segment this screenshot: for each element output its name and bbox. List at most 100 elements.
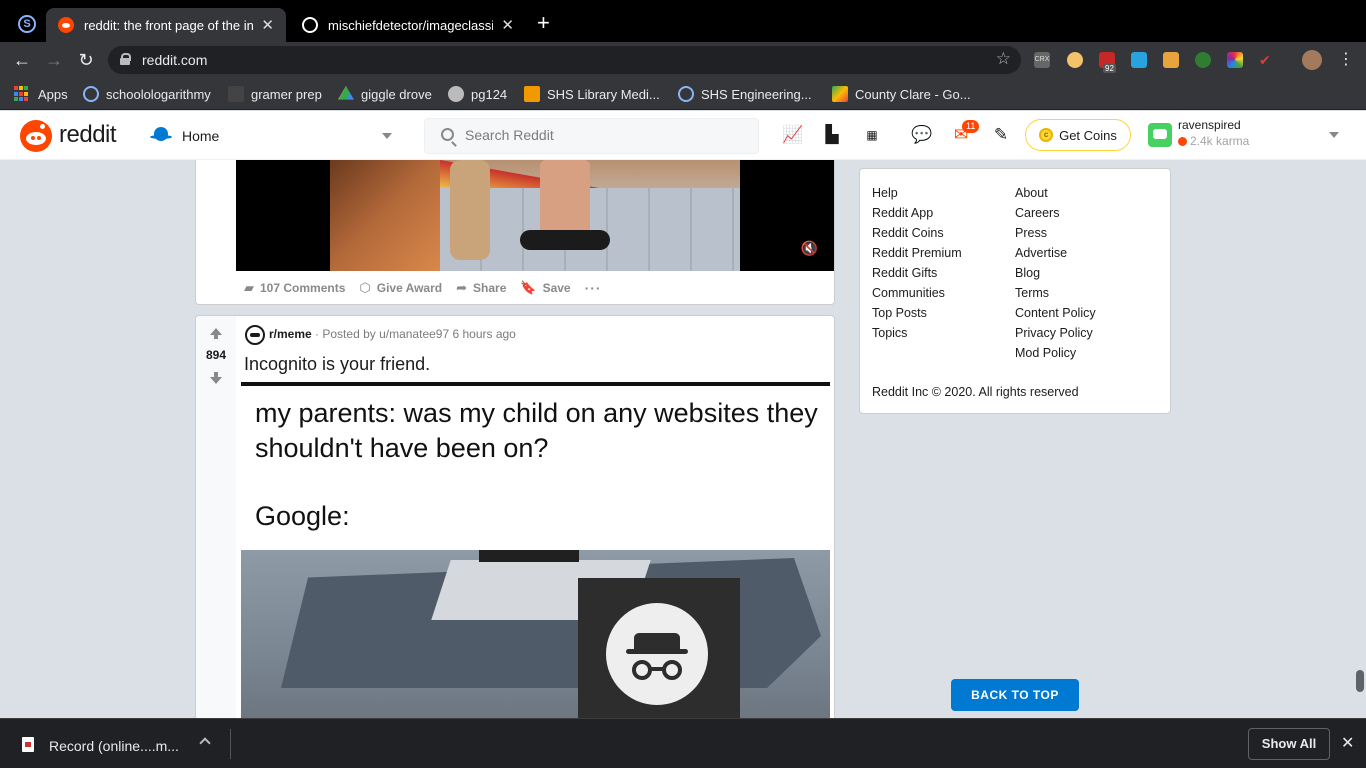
give-award-button[interactable]: ⬡ Give Award	[359, 280, 442, 296]
footer-link-topics[interactable]: Topics	[872, 323, 962, 343]
close-icon[interactable]: ✕	[1341, 733, 1354, 753]
bookmark-icon: 🔖	[520, 280, 537, 295]
scrollbar-thumb[interactable]	[1356, 670, 1364, 692]
globe-icon	[448, 86, 464, 102]
bookmark-label: pg124	[471, 86, 508, 102]
bookmark-star-icon[interactable]: ☆	[996, 49, 1011, 69]
subreddit-link[interactable]: r/meme	[269, 327, 312, 341]
upvote-arrow-icon[interactable]	[210, 328, 222, 339]
footer-link-mod-policy[interactable]: Mod Policy	[1015, 343, 1096, 363]
back-arrow-icon[interactable]: ←	[10, 48, 34, 72]
bookmark-label: schoolologarithmy	[106, 86, 211, 102]
check-extension-icon[interactable]: ✔	[1259, 52, 1275, 68]
avatar	[1148, 123, 1172, 147]
footer-link-terms[interactable]: Terms	[1015, 283, 1096, 303]
bookmark-engineering[interactable]: SHS Engineering...	[678, 85, 812, 103]
footer-links-right: About Careers Press Advertise Blog Terms…	[1015, 183, 1096, 363]
grammar-icon	[228, 86, 244, 102]
bookmark-schoology[interactable]: schoolologarithmy	[83, 85, 211, 103]
footer-links-left: Help Reddit App Reddit Coins Reddit Prem…	[872, 183, 962, 343]
post-title[interactable]: Incognito is your friend.	[244, 354, 430, 375]
muted-speaker-icon[interactable]: 🔇	[801, 240, 818, 257]
extension-icon[interactable]	[1195, 52, 1211, 68]
footer-link-reddit-gifts[interactable]: Reddit Gifts	[872, 263, 962, 283]
extension-icon[interactable]	[1163, 52, 1179, 68]
feed-label: Home	[182, 128, 220, 144]
url-text[interactable]: reddit.com	[142, 52, 207, 68]
username: ravenspired	[1178, 118, 1241, 132]
tab-github[interactable]: mischiefdetector/imageclassifi ✕	[290, 8, 526, 42]
qr-code-icon[interactable]: ▦	[862, 125, 882, 145]
home-icon	[150, 125, 172, 147]
bookmark-county-clare[interactable]: County Clare - Go...	[832, 85, 971, 103]
posted-by: · Posted by u/manatee97 6 hours ago	[315, 327, 516, 341]
owl-extension-icon[interactable]	[1067, 52, 1083, 68]
subreddit-icon[interactable]	[245, 325, 265, 345]
footer-link-about[interactable]: About	[1015, 183, 1096, 203]
apps-grid-icon	[14, 86, 30, 102]
more-options-button[interactable]: ···	[585, 280, 602, 296]
footer-link-advertise[interactable]: Advertise	[1015, 243, 1096, 263]
bookmark-drive[interactable]: giggle drove	[338, 85, 432, 103]
bookmarks-bar: Apps schoolologarithmy gramer prep giggl…	[0, 78, 1366, 110]
post-card: 🔇 ▰ 107 Comments ⬡ Give Award ➦ Share 🔖 …	[195, 160, 835, 305]
meme-caption: my parents: was my child on any websites…	[255, 398, 818, 463]
footer-link-communities[interactable]: Communities	[872, 283, 962, 303]
menu-dots-icon[interactable]: ⋮	[1334, 48, 1358, 72]
footer-link-press[interactable]: Press	[1015, 223, 1096, 243]
video-player[interactable]: 🔇	[236, 160, 834, 271]
chat-icon[interactable]: 💬	[911, 125, 932, 145]
create-post-icon[interactable]: ✎	[991, 125, 1011, 145]
tab-close-icon[interactable]: ✕	[261, 16, 274, 34]
reload-icon[interactable]: ↻	[74, 48, 98, 72]
reddit-logo-icon[interactable]	[20, 120, 52, 152]
footer-link-careers[interactable]: Careers	[1015, 203, 1096, 223]
tab-close-icon[interactable]: ✕	[501, 16, 514, 34]
new-tab-icon[interactable]: +	[537, 12, 550, 34]
profile-avatar-icon[interactable]	[1302, 50, 1322, 70]
bookmark-label: SHS Library Medi...	[547, 86, 660, 102]
feed-dropdown[interactable]: Home	[146, 120, 400, 152]
post-card: 894 r/meme · Posted by u/manatee97 6 hou…	[195, 315, 835, 725]
footer-link-help[interactable]: Help	[872, 183, 962, 203]
tab-reddit[interactable]: reddit: the front page of the int ✕	[46, 8, 286, 42]
reddit-wordmark[interactable]: reddit	[59, 121, 117, 149]
save-button[interactable]: 🔖 Save	[520, 280, 570, 296]
download-filename[interactable]: Record (online....m...	[49, 738, 179, 754]
footer-link-reddit-coins[interactable]: Reddit Coins	[872, 223, 962, 243]
leaderboard-icon[interactable]: ▙	[822, 125, 842, 145]
comments-button[interactable]: ▰ 107 Comments	[244, 280, 345, 296]
bookmark-grammar[interactable]: gramer prep	[228, 85, 322, 103]
show-all-button[interactable]: Show All	[1248, 728, 1330, 760]
downvote-arrow-icon[interactable]	[210, 372, 222, 384]
footer-link-top-posts[interactable]: Top Posts	[872, 303, 962, 323]
footer-link-privacy-policy[interactable]: Privacy Policy	[1015, 323, 1096, 343]
trending-icon[interactable]: 📈	[782, 125, 803, 145]
footer-link-reddit-app[interactable]: Reddit App	[872, 203, 962, 223]
reddit-favicon-icon	[58, 17, 74, 33]
schoology-icon	[83, 86, 99, 102]
footer-link-content-policy[interactable]: Content Policy	[1015, 303, 1096, 323]
bookmark-label: Apps	[38, 86, 68, 102]
share-button[interactable]: ➦ Share	[456, 280, 506, 296]
search-input[interactable]	[465, 127, 745, 143]
footer-link-reddit-premium[interactable]: Reddit Premium	[872, 243, 962, 263]
chevron-up-icon[interactable]	[199, 737, 211, 749]
get-coins-button[interactable]: c Get Coins	[1025, 119, 1131, 151]
vote-count: 894	[205, 348, 227, 362]
footer-link-blog[interactable]: Blog	[1015, 263, 1096, 283]
forward-arrow-icon[interactable]: →	[42, 48, 66, 72]
bookmark-apps[interactable]: Apps	[14, 85, 68, 103]
address-bar[interactable]: reddit.com ☆	[108, 46, 1021, 74]
bookmark-library[interactable]: SHS Library Medi...	[524, 85, 660, 103]
award-icon: ⬡	[359, 280, 371, 295]
bookmark-pg124[interactable]: pg124	[448, 85, 507, 103]
back-to-top-button[interactable]: BACK TO TOP	[951, 679, 1079, 711]
user-menu[interactable]: ravenspired 2.4k karma	[1146, 117, 1346, 153]
meme-image[interactable]: my parents: was my child on any websites…	[241, 382, 830, 724]
color-extension-icon[interactable]	[1227, 52, 1243, 68]
search-box[interactable]	[424, 118, 759, 154]
crx-extension-icon[interactable]: CRX	[1034, 52, 1050, 68]
profile-icon[interactable]: S	[18, 15, 36, 33]
extension-icon[interactable]	[1131, 52, 1147, 68]
